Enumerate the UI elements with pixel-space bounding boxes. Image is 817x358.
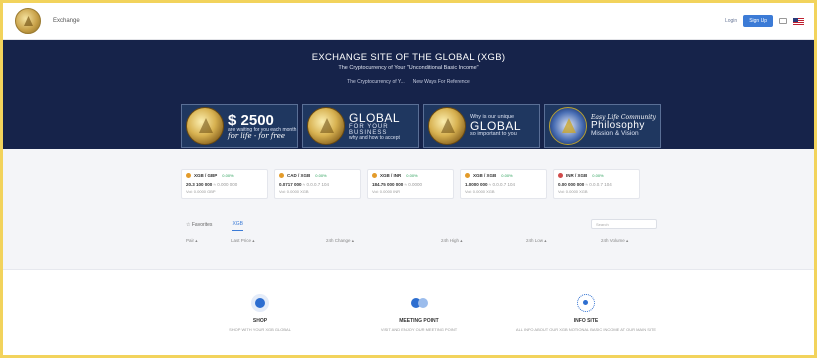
site-logo-icon[interactable]: [15, 8, 41, 34]
hero-link-crypto[interactable]: The Cryptocurrency of Y...: [347, 79, 405, 85]
market-change: 0.00%: [501, 173, 513, 178]
market-card[interactable]: CAD / XGB 0.00% 0.0717 000 ≈ 0.0.0.7 104 …: [274, 169, 361, 199]
feature-desc: ALL INFO ABOUT OUR XGB NOTIONAL BASIC IN…: [515, 327, 657, 332]
market-fiat: ≈ 0.0.0.7 104: [488, 182, 516, 187]
login-link[interactable]: Login: [725, 18, 737, 24]
banner-philosophy[interactable]: Easy Life Community Philosophy Mission &…: [544, 104, 661, 148]
th-24h-low[interactable]: 24h Low ▴: [526, 238, 547, 244]
hero-links: The Cryptocurrency of Y... New Ways For …: [3, 79, 814, 85]
market-price: 184.75 000 000: [372, 182, 404, 187]
banner-why-global[interactable]: Why is our unique GLOBAL so important to…: [423, 104, 540, 148]
market-price: 1.0000 000: [465, 182, 488, 187]
tab-favorites[interactable]: ☆ Favorites: [186, 222, 212, 231]
banner-big-text: GLOBAL: [349, 110, 401, 125]
gold-coin-icon: [428, 107, 466, 145]
feature-meeting-point[interactable]: MEETING POINT VISIT AND ENJOY OUR MEETIN…: [344, 270, 494, 332]
features-section: SHOP SHOP WITH YOUR XGB GLOBAL MEETING P…: [3, 269, 814, 355]
coin-dot-icon: [372, 173, 377, 178]
us-flag-icon[interactable]: [793, 17, 804, 25]
banner-2500[interactable]: $ 2500 are waiting for you each month fo…: [181, 104, 298, 148]
banner-small-text: why and how to accept: [349, 134, 400, 141]
coin-dot-icon: [279, 173, 284, 178]
banner-global-business[interactable]: GLOBAL FOR YOUR BUSINESS why and how to …: [302, 104, 419, 148]
th-last-price[interactable]: Last Price ▴: [231, 238, 255, 244]
market-fiat: ≈ 0.000 000: [213, 182, 238, 187]
market-price: 0.0717 000: [279, 182, 302, 187]
coin-dot-icon: [465, 173, 470, 178]
market-price: 0.00 000 000: [558, 182, 585, 187]
hero-link-reference[interactable]: New Ways For Reference: [413, 79, 470, 85]
market-volume: Vol: 0.0000 XGB: [465, 189, 495, 194]
shop-icon: [251, 294, 269, 312]
top-navbar: Exchange Login Sign Up: [3, 3, 814, 40]
market-card[interactable]: XGB / INR 0.00% 184.75 000 000 ≈ 0.0000 V…: [367, 169, 454, 199]
banner-mid-text: Mission & Vision: [591, 129, 639, 137]
banner-big-text: $ 2500: [228, 111, 274, 129]
market-cards: XGB / GBP 0.00% 20.3 100 000 ≈ 0.000 000 …: [181, 169, 640, 199]
feature-desc: VISIT AND ENJOY OUR MEETING POINT: [380, 327, 458, 332]
market-pair: XGB / GBP: [194, 173, 218, 178]
market-fiat: ≈ 0.0.0.7 104: [302, 182, 330, 187]
market-table-header: Pair ▴ Last Price ▴ 24h Change ▴ 24h Hig…: [186, 238, 666, 246]
market-price: 20.3 100 000: [186, 182, 213, 187]
market-change: 0.00%: [592, 173, 604, 178]
th-24h-volume[interactable]: 24h Volume ▴: [601, 238, 628, 244]
market-pair: INR / XGB: [566, 173, 588, 178]
market-card[interactable]: INR / XGB 0.00% 0.00 000 000 ≈ 0.0.0.7 10…: [553, 169, 640, 199]
feature-shop[interactable]: SHOP SHOP WITH YOUR XGB GLOBAL: [185, 270, 335, 332]
th-24h-change[interactable]: 24h Change ▴: [326, 238, 354, 244]
gold-coin-icon: [186, 107, 224, 145]
market-change: 0.00%: [406, 173, 418, 178]
th-24h-high[interactable]: 24h High ▴: [441, 238, 463, 244]
market-search-input[interactable]: Search: [591, 219, 657, 229]
feature-info-site[interactable]: INFO SITE ALL INFO ABOUT OUR XGB NOTIONA…: [511, 270, 661, 332]
hero-title: EXCHANGE SITE OF THE GLOBAL (XGB): [311, 52, 506, 63]
hero-subtitle: The Cryptocurrency of Your "Unconditiona…: [338, 65, 479, 71]
coin-dot-icon: [186, 173, 191, 178]
brand-name[interactable]: Exchange: [53, 18, 80, 24]
feature-desc: SHOP WITH YOUR XGB GLOBAL: [229, 327, 291, 332]
top-right-actions: Login Sign Up: [725, 15, 804, 27]
banner-script-text: for life - for free: [228, 131, 286, 140]
info-site-icon: [577, 294, 595, 312]
market-change: 0.00%: [315, 173, 327, 178]
coin-dot-icon: [558, 173, 563, 178]
market-pair: XGB / XGB: [473, 173, 497, 178]
market-tabs: ☆ Favorites XGB: [186, 221, 243, 231]
community-emblem-icon: [549, 107, 587, 145]
market-pair: XGB / INR: [380, 173, 402, 178]
market-fiat: ≈ 0.0.0.7 104: [585, 182, 612, 187]
market-volume: Vol: 0.0000 INR: [372, 189, 401, 194]
market-card[interactable]: XGB / GBP 0.00% 20.3 100 000 ≈ 0.000 000 …: [181, 169, 268, 199]
th-pair[interactable]: Pair ▴: [186, 238, 198, 244]
banner-script-text: so important to you: [470, 131, 517, 137]
feature-title: SHOP: [252, 318, 268, 324]
signup-button[interactable]: Sign Up: [743, 15, 773, 27]
tab-xgb[interactable]: XGB: [232, 221, 243, 231]
promo-banners: $ 2500 are waiting for you each month fo…: [181, 104, 661, 148]
gold-coin-icon: [307, 107, 345, 145]
market-volume: Vol: 0.0000 GBP: [186, 189, 216, 194]
download-app-icon[interactable]: [779, 18, 787, 24]
meeting-point-icon: [410, 294, 428, 312]
browser-viewport: Exchange Login Sign Up EXCHANGE SITE OF …: [0, 0, 817, 358]
market-volume: Vol: 0.0000 XGB: [279, 189, 309, 194]
feature-title: MEETING POINT: [399, 318, 439, 324]
market-volume: Vol: 0.0000 XGB: [558, 189, 588, 194]
market-change: 0.00%: [222, 173, 234, 178]
market-card[interactable]: XGB / XGB 0.00% 1.0000 000 ≈ 0.0.0.7 104 …: [460, 169, 547, 199]
feature-title: INFO SITE: [573, 318, 599, 324]
market-fiat: ≈ 0.0000: [404, 182, 423, 187]
market-pair: CAD / XGB: [287, 173, 311, 178]
